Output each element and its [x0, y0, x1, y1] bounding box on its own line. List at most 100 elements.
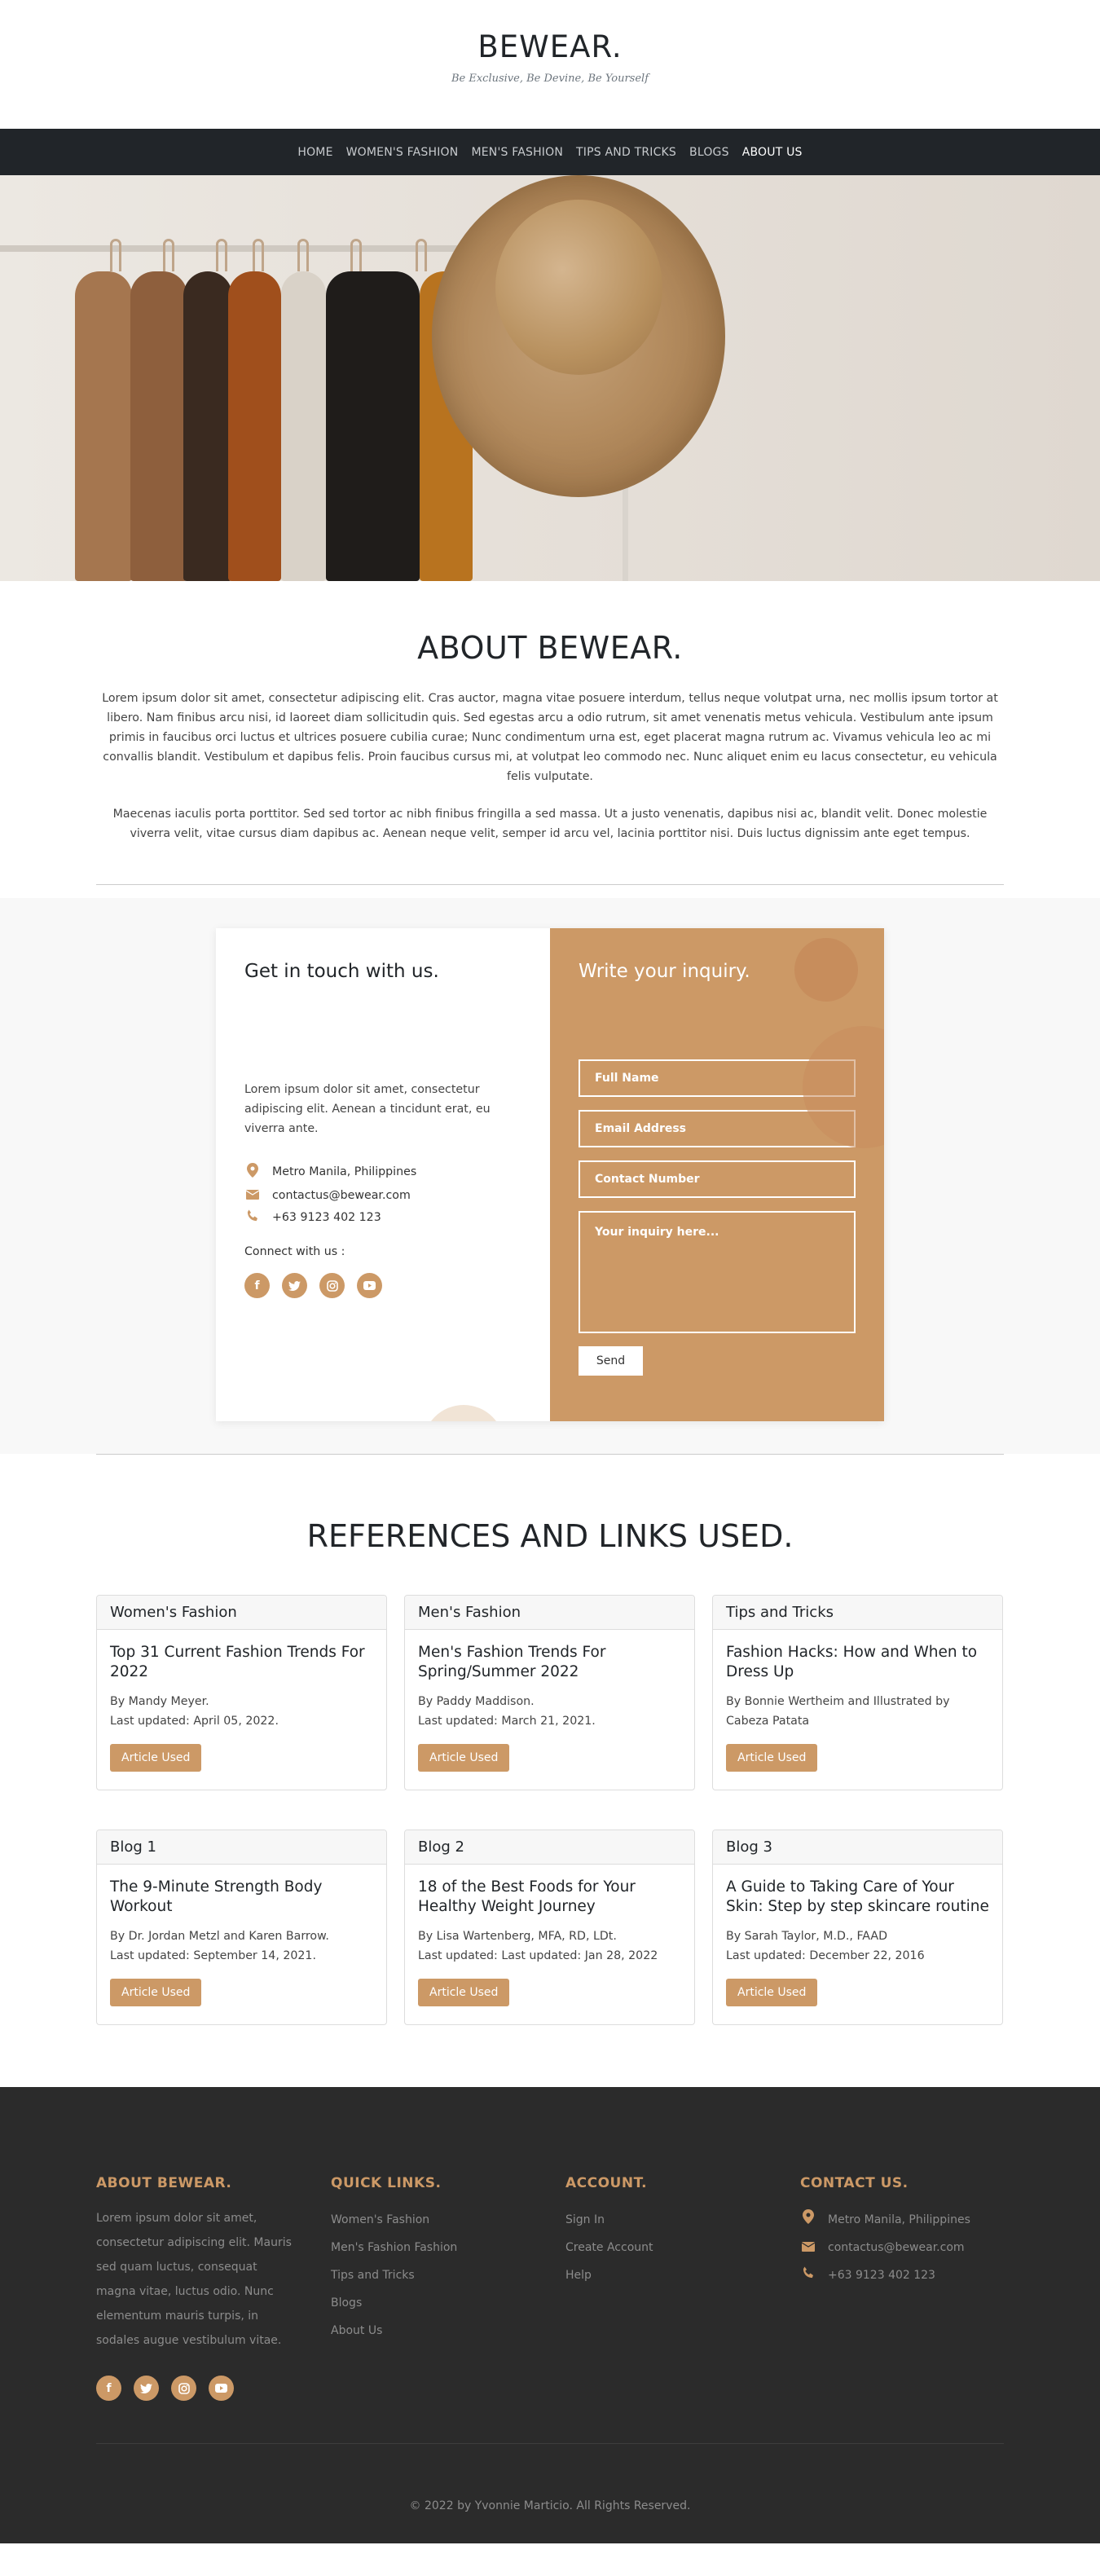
instagram-icon[interactable]	[171, 2376, 196, 2401]
article-used-button[interactable]: Article Used	[726, 1979, 818, 2006]
card-author: By Mandy Meyer.	[110, 1695, 209, 1708]
footer-about-text: Lorem ipsum dolor sit amet, consectetur …	[96, 2212, 292, 2347]
reference-card: Men's Fashion Men's Fashion Trends For S…	[404, 1595, 695, 1790]
youtube-icon[interactable]	[209, 2376, 234, 2401]
footer-link-create-account[interactable]: Create Account	[565, 2234, 769, 2261]
contact-location-text: Metro Manila, Philippines	[272, 1165, 417, 1178]
article-used-button[interactable]: Article Used	[418, 1979, 510, 2006]
hanger	[297, 239, 309, 271]
main-nav: HOME WOMEN'S FASHION MEN'S FASHION TIPS …	[0, 129, 1100, 175]
footer-link-mens-fashion[interactable]: Men's Fashion Fashion	[331, 2234, 535, 2261]
footer-email-text[interactable]: contactus@bewear.com	[828, 2234, 965, 2261]
brand-logo[interactable]: BEWEAR.	[0, 29, 1100, 64]
facebook-icon[interactable]: f	[96, 2376, 121, 2401]
nav-about-us[interactable]: ABOUT US	[742, 146, 803, 159]
contact-number-field[interactable]	[579, 1160, 856, 1198]
contact-phone-text: +63 9123 402 123	[272, 1211, 381, 1224]
hanger	[163, 239, 174, 271]
footer-account-title: ACCOUNT.	[565, 2175, 648, 2191]
card-author: By Lisa Wartenberg, MFA, RD, LDt.	[418, 1930, 617, 1943]
garment	[281, 271, 326, 581]
footer-location: Metro Manila, Philippines	[800, 2206, 1004, 2234]
site-header: BEWEAR. Be Exclusive, Be Devine, Be Your…	[0, 0, 1100, 129]
hero-image	[0, 175, 1100, 581]
hanger	[350, 239, 362, 271]
divider	[96, 1454, 1004, 1455]
card-category: Blog 2	[405, 1830, 694, 1865]
decorative-circle	[794, 938, 858, 1002]
reference-card: Women's Fashion Top 31 Current Fashion T…	[96, 1595, 387, 1790]
about-section: ABOUT BEWEAR. Lorem ipsum dolor sit amet…	[0, 581, 1100, 884]
hanger	[416, 239, 427, 271]
hanger	[110, 239, 121, 271]
location-icon	[244, 1163, 261, 1181]
references-title: REFERENCES AND LINKS USED.	[306, 1518, 794, 1554]
footer-divider	[96, 2443, 1004, 2444]
garment	[183, 271, 232, 581]
reference-card: Tips and Tricks Fashion Hacks: How and W…	[712, 1595, 1003, 1790]
youtube-icon[interactable]	[357, 1273, 382, 1298]
facebook-icon[interactable]: f	[244, 1273, 270, 1298]
footer-contact: CONTACT US. Metro Manila, Philippines co…	[800, 2175, 1004, 2401]
card-title: Top 31 Current Fashion Trends For 2022	[110, 1644, 365, 1680]
nav-blogs[interactable]: BLOGS	[689, 146, 729, 159]
footer-phone-text: +63 9123 402 123	[828, 2269, 935, 2282]
phone-icon	[244, 1209, 261, 1226]
card-title: Men's Fashion Trends For Spring/Summer 2…	[418, 1644, 606, 1680]
connect-label: Connect with us :	[244, 1245, 345, 1258]
footer-about-title: ABOUT BEWEAR.	[96, 2175, 232, 2191]
article-used-button[interactable]: Article Used	[726, 1744, 818, 1772]
nav-tips-and-tricks[interactable]: TIPS AND TRICKS	[576, 146, 676, 159]
card-author: By Sarah Taylor, M.D., FAAD	[726, 1930, 888, 1943]
references-section: REFERENCES AND LINKS USED. Women's Fashi…	[0, 1518, 1100, 2087]
contact-location: Metro Manila, Philippines	[244, 1163, 521, 1181]
footer-contact-title: CONTACT US.	[800, 2175, 909, 2191]
reference-card: Blog 1 The 9-Minute Strength Body Workou…	[96, 1830, 387, 2025]
send-button[interactable]: Send	[579, 1346, 643, 1376]
email-icon	[244, 1187, 261, 1203]
footer-link-womens-fashion[interactable]: Women's Fashion	[331, 2206, 535, 2234]
location-icon	[800, 2206, 816, 2234]
reference-card: Blog 3 A Guide to Taking Care of Your Sk…	[712, 1830, 1003, 2025]
social-links: f	[244, 1273, 521, 1298]
contact-section: Get in touch with us. Lorem ipsum dolor …	[0, 898, 1100, 1454]
nav-home[interactable]: HOME	[297, 146, 332, 159]
inquiry-textarea[interactable]	[579, 1211, 856, 1333]
twitter-icon[interactable]	[134, 2376, 159, 2401]
card-title: The 9-Minute Strength Body Workout	[110, 1878, 323, 1915]
footer-link-blogs[interactable]: Blogs	[331, 2289, 535, 2317]
contact-email-text[interactable]: contactus@bewear.com	[272, 1189, 411, 1202]
article-used-button[interactable]: Article Used	[418, 1744, 510, 1772]
contact-email: contactus@bewear.com	[244, 1187, 521, 1203]
footer-link-tips-and-tricks[interactable]: Tips and Tricks	[331, 2261, 535, 2289]
footer-location-text: Metro Manila, Philippines	[828, 2213, 970, 2226]
garment	[326, 271, 420, 581]
tagline: Be Exclusive, Be Devine, Be Yourself	[451, 73, 649, 85]
about-paragraph: Lorem ipsum dolor sit amet, consectetur …	[102, 692, 998, 783]
nav-womens-fashion[interactable]: WOMEN'S FASHION	[346, 146, 459, 159]
card-category: Blog 1	[97, 1830, 386, 1865]
contact-description: Lorem ipsum dolor sit amet, consectetur …	[244, 1083, 491, 1135]
footer-link-help[interactable]: Help	[565, 2261, 769, 2289]
article-used-button[interactable]: Article Used	[110, 1744, 202, 1772]
instagram-icon[interactable]	[319, 1273, 345, 1298]
contact-info-list: Metro Manila, Philippines contactus@bewe…	[244, 1163, 521, 1226]
reference-card: Blog 2 18 of the Best Foods for Your Hea…	[404, 1830, 695, 2025]
footer-link-sign-in[interactable]: Sign In	[565, 2206, 769, 2234]
card-category: Women's Fashion	[97, 1596, 386, 1630]
nav-mens-fashion[interactable]: MEN'S FASHION	[471, 146, 563, 159]
garment	[75, 271, 132, 581]
phone-icon	[800, 2261, 816, 2289]
card-author: By Paddy Maddison.	[418, 1695, 535, 1708]
about-paragraph: Maecenas iaculis porta porttitor. Sed se…	[112, 808, 988, 840]
about-title: ABOUT BEWEAR.	[417, 630, 683, 666]
site-footer: ABOUT BEWEAR. Lorem ipsum dolor sit amet…	[0, 2087, 1100, 2543]
hanger	[216, 239, 227, 271]
article-used-button[interactable]: Article Used	[110, 1979, 202, 2006]
twitter-icon[interactable]	[282, 1273, 307, 1298]
email-icon	[800, 2234, 816, 2261]
card-title: A Guide to Taking Care of Your Skin: Ste…	[726, 1878, 989, 1915]
footer-link-about-us[interactable]: About Us	[331, 2317, 535, 2345]
footer-phone: +63 9123 402 123	[800, 2261, 1004, 2289]
footer-social-links: f	[96, 2376, 300, 2401]
